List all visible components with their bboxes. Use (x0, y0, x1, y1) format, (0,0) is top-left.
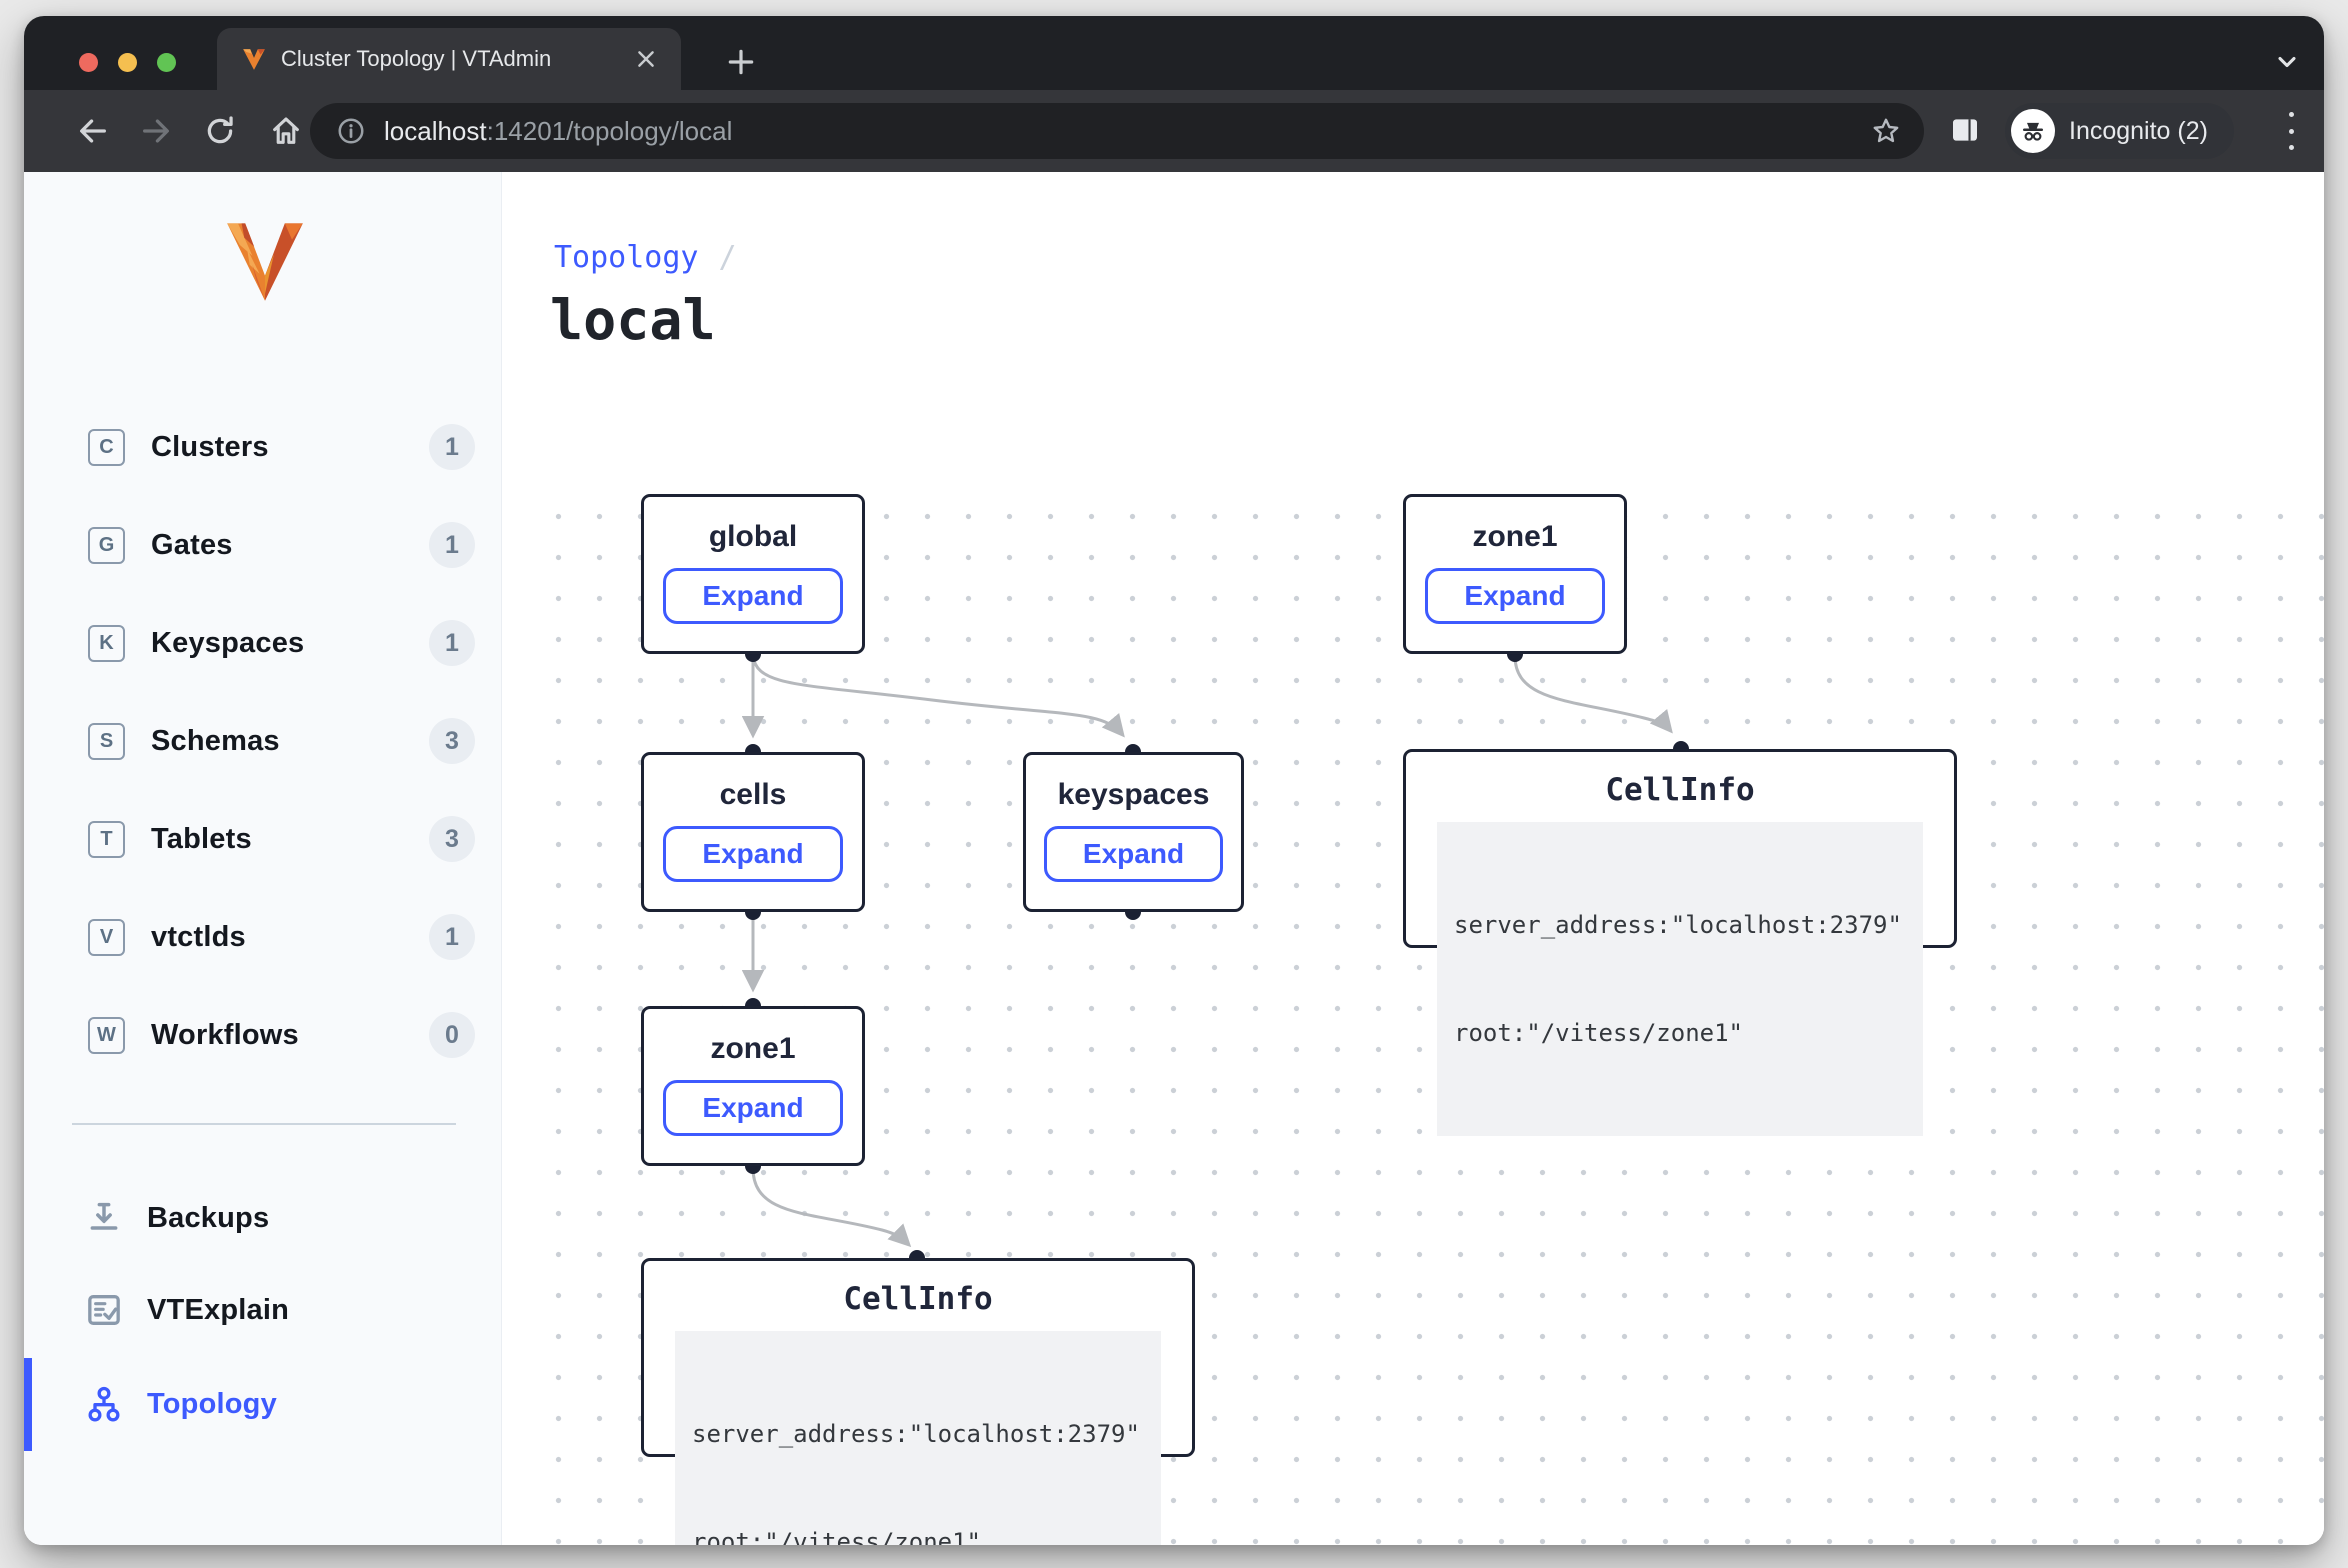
url-host: localhost (384, 116, 487, 146)
tab-close-icon[interactable] (631, 44, 661, 74)
node-title: CellInfo (1605, 772, 1754, 808)
node-title: global (709, 520, 797, 554)
incognito-label: Incognito (2) (2069, 117, 2208, 146)
expand-button-cells[interactable]: Expand (663, 826, 842, 882)
workflows-letter-icon: W (88, 1017, 125, 1054)
count-badge: 0 (429, 1012, 475, 1058)
expand-button-keyspaces[interactable]: Expand (1044, 826, 1223, 882)
sidebar-item-vtexplain[interactable]: VTExplain (24, 1282, 501, 1338)
count-badge: 1 (429, 522, 475, 568)
node-title: cells (720, 778, 787, 812)
traffic-light-zoom[interactable] (157, 53, 176, 72)
count-badge: 3 (429, 816, 475, 862)
url-path: :14201/topology/local (487, 116, 733, 146)
cellinfo-server-address: server_address:"localhost:2379" (692, 1416, 1144, 1452)
schemas-letter-icon: S (88, 723, 125, 760)
sidebar-divider (72, 1123, 456, 1125)
home-button[interactable] (269, 114, 303, 148)
topology-node-global: global Expand (641, 494, 865, 654)
address-bar[interactable]: localhost:14201/topology/local (310, 103, 1924, 159)
sidebar-item-gates[interactable]: G Gates 1 (24, 517, 501, 573)
tablets-letter-icon: T (88, 821, 125, 858)
incognito-badge[interactable]: Incognito (2) (2005, 103, 2234, 159)
sidebar-item-clusters[interactable]: C Clusters 1 (24, 419, 501, 475)
expand-button-zone1-right[interactable]: Expand (1425, 568, 1604, 624)
sidebar-item-workflows[interactable]: W Workflows 0 (24, 1007, 501, 1063)
cellinfo-root: root:"/vitess/zone1" (1454, 1015, 1906, 1051)
topology-node-cells: cells Expand (641, 752, 865, 912)
count-badge: 1 (429, 914, 475, 960)
cellinfo-root: root:"/vitess/zone1" (692, 1524, 1144, 1545)
sidebar-item-vtctlds[interactable]: V vtctlds 1 (24, 909, 501, 965)
tab-bar: Cluster Topology | VTAdmin (24, 16, 2324, 90)
active-item-indicator (24, 1358, 32, 1451)
browser-toolbar: localhost:14201/topology/local Incognito… (24, 90, 2324, 172)
edge-global-keyspaces (753, 656, 1122, 734)
node-title: zone1 (1472, 520, 1557, 554)
forward-button[interactable] (139, 114, 173, 148)
topology-icon (84, 1384, 124, 1424)
sidebar-item-label: Topology (147, 1388, 277, 1421)
sidebar: C Clusters 1 G Gates 1 K Keyspaces 1 S S… (24, 172, 502, 1545)
keyspaces-letter-icon: K (88, 625, 125, 662)
traffic-light-minimize[interactable] (118, 53, 137, 72)
node-title: zone1 (710, 1032, 795, 1066)
topology-canvas: Topology/ local (502, 172, 2324, 1545)
browser-tab[interactable]: Cluster Topology | VTAdmin (217, 28, 681, 90)
browser-window: Cluster Topology | VTAdmin (24, 16, 2324, 1545)
edge-zone1right-cellinfo (1515, 656, 1670, 730)
node-title: keyspaces (1058, 778, 1210, 812)
site-info-icon[interactable] (336, 116, 366, 146)
expand-button-global[interactable]: Expand (663, 568, 842, 624)
count-badge: 1 (429, 424, 475, 470)
topology-node-cellinfo-right: CellInfo server_address:"localhost:2379"… (1403, 749, 1957, 948)
clusters-letter-icon: C (88, 429, 125, 466)
expand-button-zone1-left[interactable]: Expand (663, 1080, 842, 1136)
sidebar-item-schemas[interactable]: S Schemas 3 (24, 713, 501, 769)
topology-node-cellinfo-bottom: CellInfo server_address:"localhost:2379"… (641, 1258, 1195, 1457)
sidebar-item-label: Gates (151, 529, 233, 562)
sidebar-item-label: Schemas (151, 725, 280, 758)
vitess-favicon-icon (241, 46, 267, 72)
url-text: localhost:14201/topology/local (384, 116, 1870, 147)
vitess-logo (220, 218, 310, 308)
new-tab-button[interactable] (724, 45, 758, 79)
browser-menu-icon[interactable] (2286, 112, 2296, 150)
traffic-light-close[interactable] (79, 53, 98, 72)
tab-search-chevron-icon[interactable] (2272, 48, 2302, 76)
page-content: C Clusters 1 G Gates 1 K Keyspaces 1 S S… (24, 172, 2324, 1545)
vtctlds-letter-icon: V (88, 919, 125, 956)
bookmark-star-icon[interactable] (1870, 115, 1902, 147)
cellinfo-code: server_address:"localhost:2379" root:"/v… (675, 1331, 1161, 1545)
sidebar-item-keyspaces[interactable]: K Keyspaces 1 (24, 615, 501, 671)
cellinfo-code: server_address:"localhost:2379" root:"/v… (1437, 822, 1923, 1136)
incognito-icon (2011, 109, 2055, 153)
node-title: CellInfo (843, 1281, 992, 1317)
sidebar-item-label: Tablets (151, 823, 252, 856)
sidebar-item-backups[interactable]: Backups (24, 1190, 501, 1246)
edge-zone1-cellinfo (753, 1168, 908, 1244)
sidebar-item-label: Backups (147, 1202, 269, 1235)
sidebar-item-label: Keyspaces (151, 627, 304, 660)
sidebar-item-label: Workflows (151, 1019, 299, 1052)
side-panel-icon[interactable] (1949, 114, 1981, 146)
count-badge: 3 (429, 718, 475, 764)
topology-node-zone1-right: zone1 Expand (1403, 494, 1627, 654)
document-check-icon (84, 1290, 124, 1330)
back-button[interactable] (76, 114, 110, 148)
count-badge: 1 (429, 620, 475, 666)
reload-button[interactable] (203, 114, 237, 148)
cellinfo-server-address: server_address:"localhost:2379" (1454, 907, 1906, 943)
sidebar-item-label: VTExplain (147, 1294, 289, 1327)
topology-node-keyspaces: keyspaces Expand (1023, 752, 1244, 912)
sidebar-item-label: vtctlds (151, 921, 246, 954)
topology-node-zone1-left: zone1 Expand (641, 1006, 865, 1166)
download-icon (84, 1198, 124, 1238)
sidebar-item-tablets[interactable]: T Tablets 3 (24, 811, 501, 867)
tab-title: Cluster Topology | VTAdmin (281, 46, 631, 72)
sidebar-item-label: Clusters (151, 431, 269, 464)
gates-letter-icon: G (88, 527, 125, 564)
sidebar-item-topology[interactable]: Topology (24, 1376, 501, 1432)
